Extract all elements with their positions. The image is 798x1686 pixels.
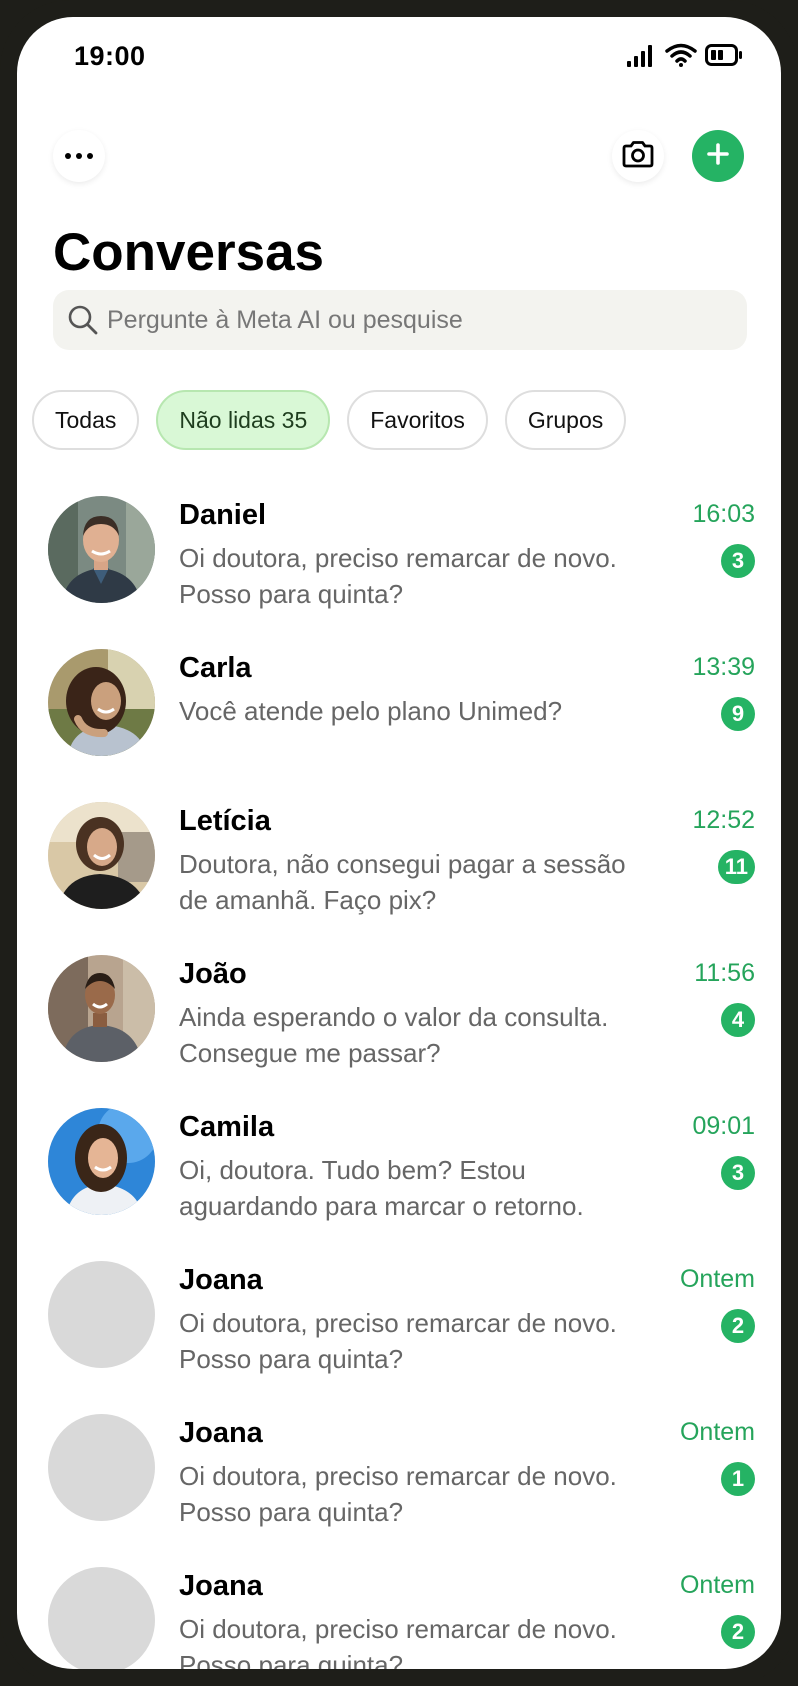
message-time: 11:56 (694, 959, 755, 987)
message-preview: Oi doutora, preciso remarcar de novo. Po… (179, 543, 617, 609)
search-icon (65, 302, 101, 338)
status-bar: 19:00 (17, 17, 781, 97)
conversation-item[interactable]: Daniel Oi doutora, preciso remarcar de n… (17, 496, 781, 649)
avatar (48, 496, 155, 603)
phone-frame: 19:00 Conversas Pergunte à Meta AI ou pe… (0, 0, 798, 1686)
conversation-item[interactable]: Letícia Doutora, não consegui pagar a se… (17, 802, 781, 955)
more-options-button[interactable] (53, 130, 105, 182)
message-time: Ontem (679, 1418, 755, 1446)
signal-icon (627, 43, 657, 72)
avatar (48, 649, 155, 756)
unread-badge: 3 (721, 544, 755, 578)
new-chat-button[interactable] (692, 130, 744, 182)
contact-name: Joana (179, 1264, 263, 1296)
contact-name: Joana (179, 1417, 263, 1449)
contact-name: Carla (179, 652, 252, 684)
unread-badge: 11 (717, 850, 755, 884)
screen: 19:00 Conversas Pergunte à Meta AI ou pe… (17, 17, 781, 1669)
avatar-placeholder (48, 1261, 155, 1368)
message-time: 09:01 (692, 1112, 755, 1140)
message-preview: Oi doutora, preciso remarcar de novo. Po… (179, 1614, 617, 1669)
battery-icon (705, 43, 743, 72)
avatar-placeholder (48, 1414, 155, 1521)
message-preview: Oi doutora, preciso remarcar de novo. Po… (179, 1461, 617, 1527)
filter-chip-todas[interactable]: Todas (32, 390, 140, 450)
unread-badge: 3 (721, 1156, 755, 1190)
contact-name: Camila (179, 1111, 275, 1143)
contact-name: João (179, 958, 247, 990)
page-title: Conversas (53, 223, 325, 282)
unread-badge: 2 (721, 1309, 755, 1343)
camera-icon (621, 140, 655, 173)
unread-badge: 4 (721, 1003, 755, 1037)
message-preview: Oi doutora, preciso remarcar de novo. Po… (179, 1308, 617, 1374)
message-time: 13:39 (692, 653, 755, 681)
wifi-icon (665, 43, 697, 72)
avatar (48, 1108, 155, 1215)
conversation-item[interactable]: João Ainda esperando o valor da consulta… (17, 955, 781, 1108)
filter-chip-favoritos[interactable]: Favoritos (347, 390, 488, 450)
conversation-item[interactable]: Carla Você atende pelo plano Unimed? 13:… (17, 649, 781, 802)
conversation-list: Daniel Oi doutora, preciso remarcar de n… (17, 496, 781, 1669)
conversation-item[interactable]: Camila Oi, doutora. Tudo bem? Estou agua… (17, 1108, 781, 1261)
contact-name: Joana (179, 1570, 263, 1602)
unread-badge: 1 (721, 1462, 755, 1496)
unread-badge: 9 (721, 697, 755, 731)
contact-name: Letícia (179, 805, 271, 837)
filter-chips: Todas Não lidas 35 Favoritos Grupos (32, 390, 627, 450)
contact-name: Daniel (179, 499, 267, 531)
unread-badge: 2 (721, 1615, 755, 1649)
message-preview: Oi, doutora. Tudo bem? Estou aguardando … (179, 1155, 584, 1221)
message-preview: Doutora, não consegui pagar a sessão de … (179, 849, 626, 915)
filter-chip-grupos[interactable]: Grupos (504, 390, 627, 450)
status-icons (627, 43, 743, 72)
message-time: 12:52 (692, 806, 755, 834)
search-bar[interactable] (53, 290, 747, 350)
message-time: Ontem (679, 1265, 755, 1293)
conversation-item[interactable]: Joana Oi doutora, preciso remarcar de no… (17, 1261, 781, 1414)
conversation-item[interactable]: Joana Oi doutora, preciso remarcar de no… (17, 1414, 781, 1567)
message-time: Ontem (679, 1571, 755, 1599)
status-time: 19:00 (74, 41, 146, 71)
conversation-item[interactable]: Joana Oi doutora, preciso remarcar de no… (17, 1567, 781, 1669)
search-input[interactable] (107, 305, 707, 335)
message-time: 16:03 (692, 500, 755, 528)
camera-button[interactable] (612, 130, 664, 182)
more-horizontal-icon (64, 147, 94, 165)
message-preview: Você atende pelo plano Unimed? (179, 696, 563, 726)
avatar (48, 955, 155, 1062)
plus-icon (706, 142, 730, 171)
avatar (48, 802, 155, 909)
filter-chip-nao-lidas[interactable]: Não lidas 35 (156, 390, 331, 450)
avatar-placeholder (48, 1567, 155, 1669)
message-preview: Ainda esperando o valor da consulta. Con… (179, 1002, 609, 1068)
